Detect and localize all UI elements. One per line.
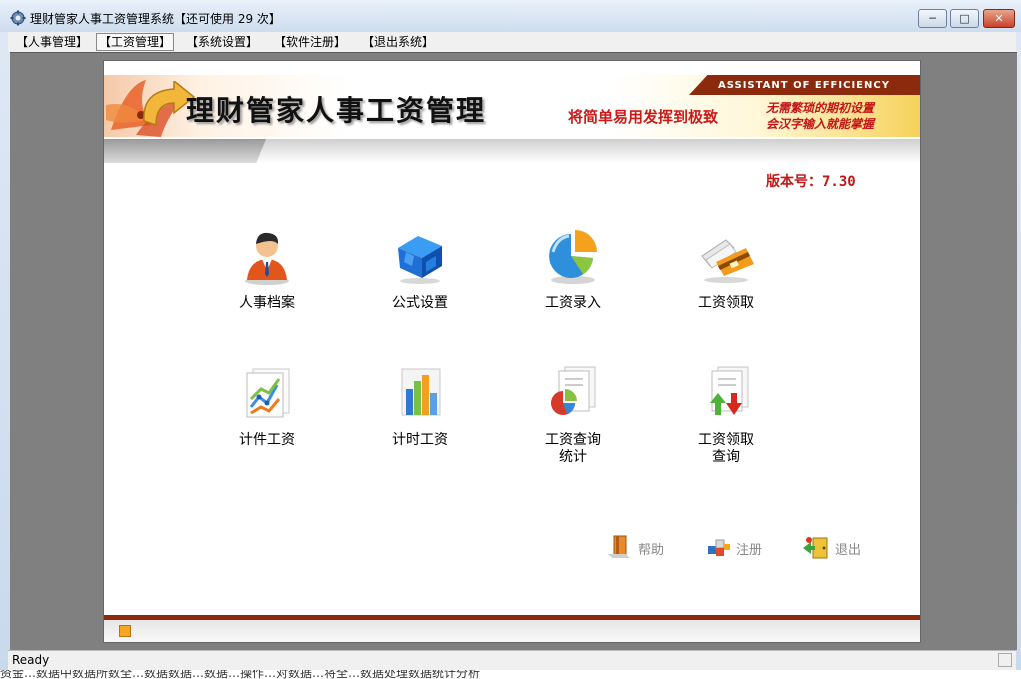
- register-button[interactable]: 注册: [702, 534, 772, 560]
- report-arrows-icon: [710, 366, 749, 415]
- main-panel: ASSISTANT OF EFFICIENCY 理财管家人事工资管理 将简单易用…: [103, 60, 921, 643]
- resize-grip[interactable]: [998, 653, 1012, 667]
- banner-tip-line1: 无需繁琐的期初设置: [766, 101, 875, 115]
- report-pie-icon: [551, 366, 596, 415]
- status-bar: Ready: [8, 650, 1016, 670]
- register-blocks-icon: [708, 539, 730, 556]
- module-piece-wage[interactable]: 计件工资: [212, 363, 322, 449]
- maximize-button[interactable]: □: [950, 9, 979, 28]
- banner-slogan: 将简单易用发挥到极致: [568, 108, 719, 126]
- module-label: 公式设置: [392, 295, 448, 311]
- register-label: 注册: [736, 543, 763, 558]
- status-text: Ready: [12, 653, 50, 667]
- module-label: 计件工资: [239, 432, 295, 448]
- module-label: 工资录入: [545, 295, 601, 311]
- module-personnel-records[interactable]: 人事档案: [212, 226, 322, 312]
- module-formula-settings[interactable]: 公式设置: [365, 226, 475, 312]
- background-window-strip: 资金…数据中数据所数全…数据数据…数据…操作…对数据…将全…数据处理数据统计分析: [0, 670, 1021, 679]
- menu-salary[interactable]: 【工资管理】: [96, 33, 175, 51]
- module-label: 计时工资: [392, 432, 448, 448]
- title-bar: 理财管家人事工资管理系统【还可使用 29 次】 ─ □ ✕: [0, 0, 1021, 32]
- footer-strip: [104, 620, 920, 642]
- exit-label: 退出: [835, 543, 862, 558]
- exit-button[interactable]: 退出: [801, 534, 871, 560]
- banner-tagline: ASSISTANT OF EFFICIENCY: [718, 80, 890, 91]
- module-salary-entry[interactable]: 工资录入: [518, 226, 628, 312]
- help-button[interactable]: 帮助: [604, 534, 674, 560]
- menu-bar: 【人事管理】 【工资管理】 【系统设置】 【软件注册】 【退出系统】: [8, 32, 1016, 52]
- exit-door-icon: [803, 537, 828, 559]
- minimize-button[interactable]: ─: [918, 9, 947, 28]
- menu-settings[interactable]: 【系统设置】: [184, 34, 260, 50]
- background-text: 资金…数据中数据所数全…数据数据…数据…操作…对数据…将全…数据处理数据统计分析: [0, 670, 481, 679]
- book-icon: [608, 535, 630, 558]
- module-label: 工资查询 统计: [545, 432, 601, 465]
- person-icon: [245, 232, 289, 285]
- close-icon: ✕: [994, 12, 1004, 25]
- main-window: 理财管家人事工资管理系统【还可使用 29 次】 ─ □ ✕ 【人事管理】 【工资…: [0, 0, 1021, 670]
- pie-chart-icon: [549, 230, 597, 284]
- menu-personnel[interactable]: 【人事管理】: [14, 34, 90, 50]
- version-label: 版本号：7.30: [766, 174, 856, 190]
- module-salary-payout[interactable]: 工资领取: [671, 226, 781, 312]
- menu-exit[interactable]: 【退出系统】: [360, 34, 436, 50]
- window-title: 理财管家人事工资管理系统【还可使用 29 次】: [30, 12, 281, 26]
- module-payout-query[interactable]: 工资领取 查询: [671, 363, 781, 466]
- module-label: 人事档案: [239, 295, 295, 311]
- cube-icon: [398, 236, 442, 284]
- banner: ASSISTANT OF EFFICIENCY 理财管家人事工资管理 将简单易用…: [104, 61, 920, 139]
- menu-register[interactable]: 【软件注册】: [272, 34, 348, 50]
- help-label: 帮助: [638, 543, 665, 558]
- module-label: 工资领取 查询: [698, 432, 754, 465]
- minimize-icon: ─: [929, 12, 936, 25]
- line-chart-icon: [246, 368, 290, 418]
- banner-tab-shadow: [104, 139, 266, 163]
- footer-square-icon: [119, 625, 131, 637]
- card-icon: [701, 239, 754, 283]
- banner-tip-line2: 会汉字输入就能掌握: [766, 117, 875, 131]
- module-salary-query-stats[interactable]: 工资查询 统计: [518, 363, 628, 466]
- brand-title: 理财管家人事工资管理: [186, 94, 487, 127]
- close-button[interactable]: ✕: [983, 9, 1015, 28]
- bar-chart-icon: [401, 368, 441, 416]
- app-gear-icon: [10, 10, 26, 26]
- module-label: 工资领取: [698, 295, 754, 311]
- module-time-wage[interactable]: 计时工资: [365, 363, 475, 449]
- maximize-icon: □: [959, 12, 970, 25]
